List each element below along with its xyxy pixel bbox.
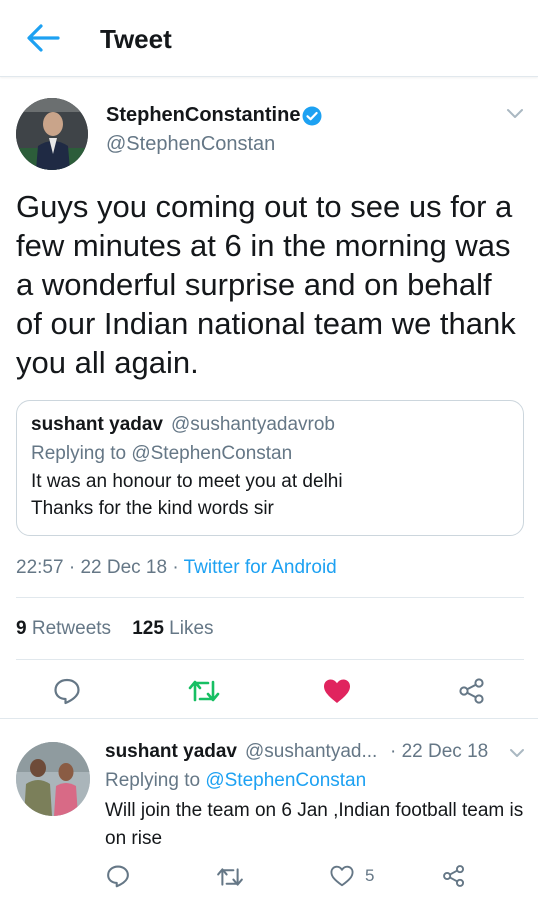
reply-like-count: 5 xyxy=(365,866,375,885)
reply-date: · 22 Dec 18 xyxy=(390,741,489,762)
author-photo xyxy=(16,98,88,170)
quoted-tweet-card[interactable]: sushant yadav @sushantyadavrob Replying … xyxy=(16,400,524,536)
author-avatar[interactable] xyxy=(16,98,88,170)
retweets-label: Retweets xyxy=(31,618,112,639)
reply-text: Will join the team on 6 Jan ,Indian foot… xyxy=(105,800,524,849)
quoted-text-line-2: Thanks for the kind words sir xyxy=(31,498,274,519)
quoted-replying-to: Replying to @StephenConstan xyxy=(31,443,293,464)
likes-label: Likes xyxy=(169,618,214,639)
author-handle[interactable]: @StephenConstan xyxy=(106,133,275,156)
replying-to-prefix: Replying to xyxy=(105,770,206,791)
meta-separator: · xyxy=(68,557,76,578)
divider xyxy=(16,659,524,660)
tweet-text: Guys you coming out to see us for a few … xyxy=(16,189,516,380)
reply-author-name[interactable]: sushant yadav xyxy=(105,741,237,763)
reply-icon[interactable] xyxy=(53,677,81,705)
reply-author-avatar[interactable] xyxy=(16,742,90,816)
share-icon[interactable] xyxy=(458,677,486,705)
author-name[interactable]: StephenConstantine xyxy=(106,104,300,127)
tweet-meta: 22:57 · 22 Dec 18 · Twitter for Android xyxy=(16,557,337,579)
tweet-stats: 9 Retweets 125 Likes xyxy=(16,618,214,640)
likes-count: 125 xyxy=(132,618,164,639)
retweet-icon[interactable] xyxy=(216,866,244,888)
share-icon[interactable] xyxy=(442,864,466,888)
quoted-text-line-1: It was an honour to meet you at delhi xyxy=(31,471,343,492)
divider xyxy=(16,597,524,598)
chevron-down-icon[interactable] xyxy=(509,748,525,759)
reply-replying-to: Replying to @StephenConstan xyxy=(105,770,366,792)
retweet-icon[interactable] xyxy=(188,678,220,704)
reply-author-photo xyxy=(16,742,90,816)
tweet-source-link[interactable]: Twitter for Android xyxy=(184,557,337,578)
quoted-author-name: sushant yadav xyxy=(31,414,163,435)
meta-separator: · xyxy=(172,557,179,578)
verified-badge-icon xyxy=(302,106,322,126)
divider xyxy=(0,718,538,719)
chevron-down-icon[interactable] xyxy=(506,108,524,120)
tweet-time: 22:57 xyxy=(16,557,64,578)
back-button[interactable] xyxy=(24,22,60,54)
heart-filled-icon[interactable] xyxy=(323,678,351,704)
quoted-author-handle: @sushantyadavrob xyxy=(171,414,335,435)
page-title: Tweet xyxy=(100,24,172,54)
retweets-stat[interactable]: 9 Retweets xyxy=(16,618,111,639)
likes-stat[interactable]: 125 Likes xyxy=(132,618,213,639)
reply-author-handle[interactable]: @sushantyad... xyxy=(245,741,377,763)
top-bar: Tweet xyxy=(0,0,538,77)
reply-icon[interactable] xyxy=(106,864,130,888)
replying-to-handle-link[interactable]: @StephenConstan xyxy=(205,770,366,791)
retweets-count: 9 xyxy=(16,618,27,639)
heart-icon[interactable] xyxy=(330,865,354,887)
tweet-date: 22 Dec 18 xyxy=(80,557,168,578)
back-arrow-icon xyxy=(27,24,60,52)
